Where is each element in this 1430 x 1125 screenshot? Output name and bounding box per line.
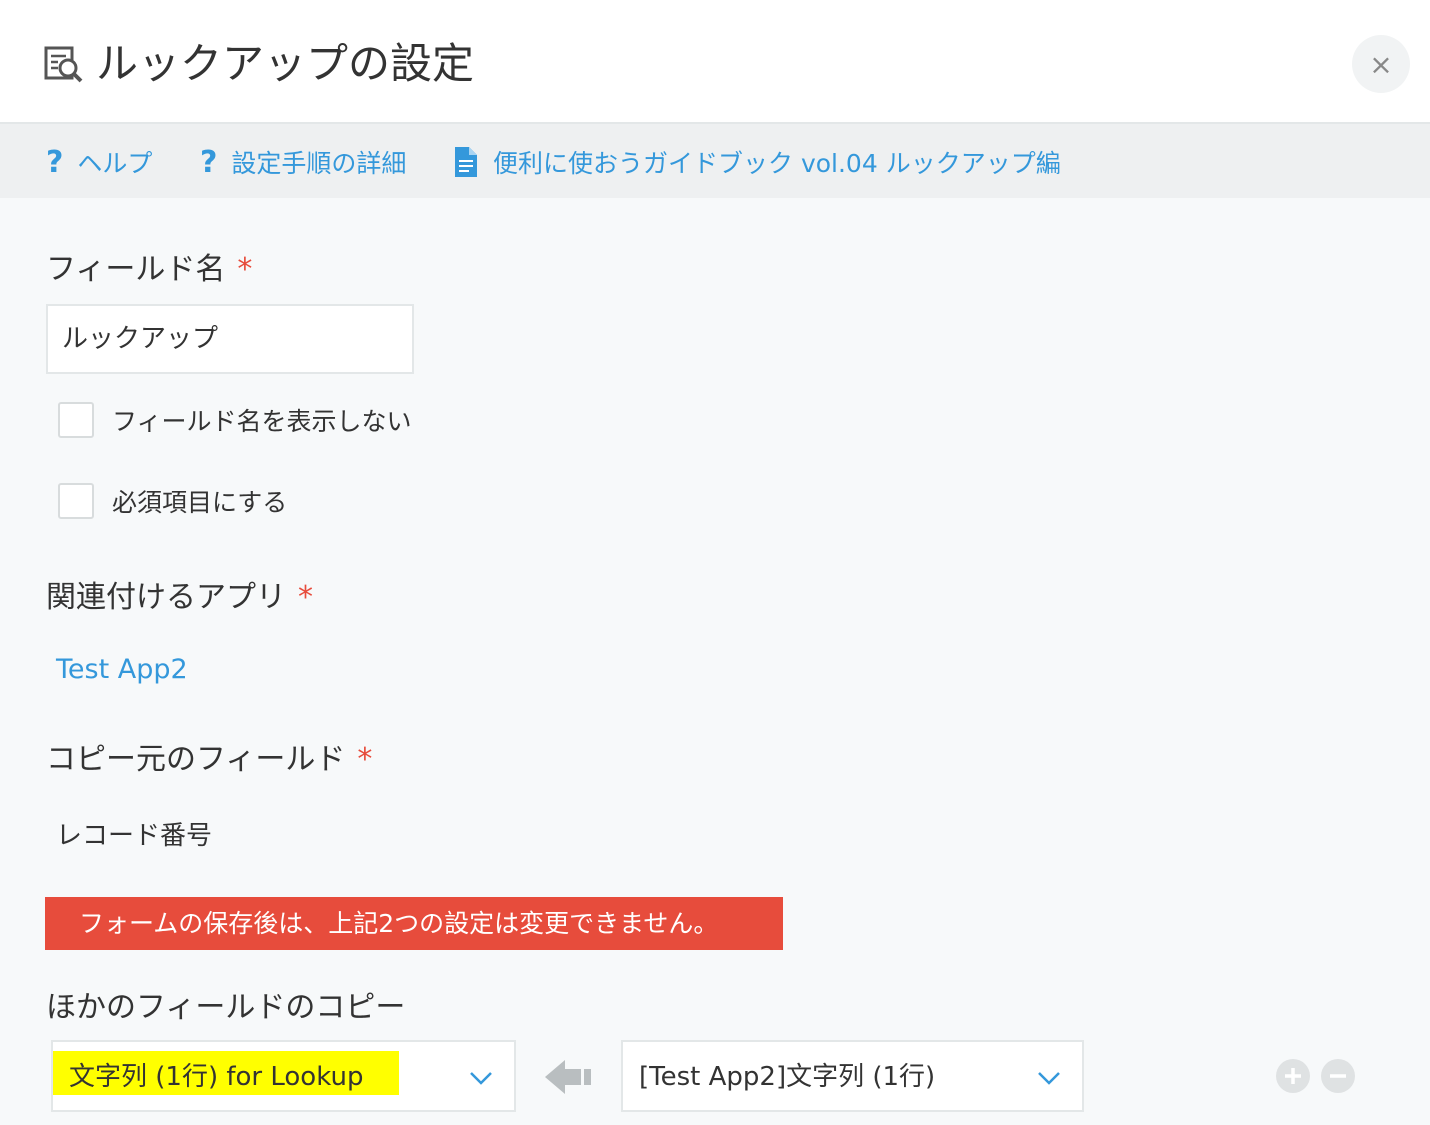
field-name-input[interactable]: ルックアップ bbox=[46, 304, 414, 374]
required-option-label: 必須項目にする bbox=[112, 488, 288, 517]
required-mark: * bbox=[298, 580, 313, 615]
required-option[interactable]: 必須項目にする bbox=[58, 483, 287, 519]
remove-row-button[interactable] bbox=[1321, 1059, 1355, 1093]
hide-field-name-option[interactable]: フィールド名を表示しない bbox=[58, 402, 412, 438]
plus-icon bbox=[1285, 1068, 1301, 1084]
question-icon: ? bbox=[46, 144, 64, 180]
warning-banner: フォームの保存後は、上記2つの設定は変更できません。 bbox=[45, 897, 783, 950]
lookup-icon bbox=[44, 46, 83, 83]
source-field-select[interactable]: [Test App2]文字列 (1行) bbox=[621, 1040, 1084, 1112]
copy-fields-label: ほかのフィールドのコピー bbox=[46, 990, 406, 1025]
add-row-button[interactable] bbox=[1276, 1059, 1310, 1093]
source-field-select-value: [Test App2]文字列 (1行) bbox=[639, 1062, 936, 1092]
minus-icon bbox=[1330, 1074, 1346, 1078]
help-link-label: ヘルプ bbox=[77, 149, 153, 178]
source-field-label: コピー元のフィールド * bbox=[46, 742, 373, 777]
document-icon bbox=[455, 147, 477, 177]
chevron-down-icon bbox=[470, 1072, 492, 1085]
dialog-header: ルックアップの設定 × bbox=[0, 0, 1430, 124]
dialog-title: ルックアップの設定 bbox=[96, 39, 475, 88]
arrow-left-icon bbox=[545, 1060, 591, 1094]
question-icon: ? bbox=[200, 144, 218, 180]
related-app-link[interactable]: Test App2 bbox=[56, 654, 188, 685]
target-field-value: 文字列 (1行) for Lookup bbox=[69, 1062, 364, 1092]
required-mark: * bbox=[237, 252, 253, 287]
help-link[interactable]: ? ヘルプ bbox=[46, 142, 152, 182]
field-name-label: フィールド名 * bbox=[46, 252, 253, 287]
setup-steps-link[interactable]: ? 設定手順の詳細 bbox=[200, 142, 406, 182]
chevron-down-icon bbox=[1038, 1072, 1060, 1085]
guidebook-link-label: 便利に使おうガイドブック vol.04 ルックアップ編 bbox=[493, 149, 1061, 178]
guidebook-link[interactable]: 便利に使おうガイドブック vol.04 ルックアップ編 bbox=[453, 142, 1061, 182]
close-button[interactable]: × bbox=[1352, 35, 1410, 93]
source-field-value: レコード番号 bbox=[56, 821, 213, 851]
hide-field-name-label: フィールド名を表示しない bbox=[112, 407, 412, 436]
related-app-label: 関連付けるアプリ * bbox=[46, 580, 313, 615]
required-mark: * bbox=[357, 742, 373, 777]
target-field-select[interactable]: 文字列 (1行) for Lookup bbox=[51, 1040, 516, 1112]
setup-steps-link-label: 設定手順の詳細 bbox=[231, 149, 407, 178]
hide-field-name-checkbox[interactable] bbox=[58, 402, 94, 438]
required-checkbox[interactable] bbox=[58, 483, 94, 519]
